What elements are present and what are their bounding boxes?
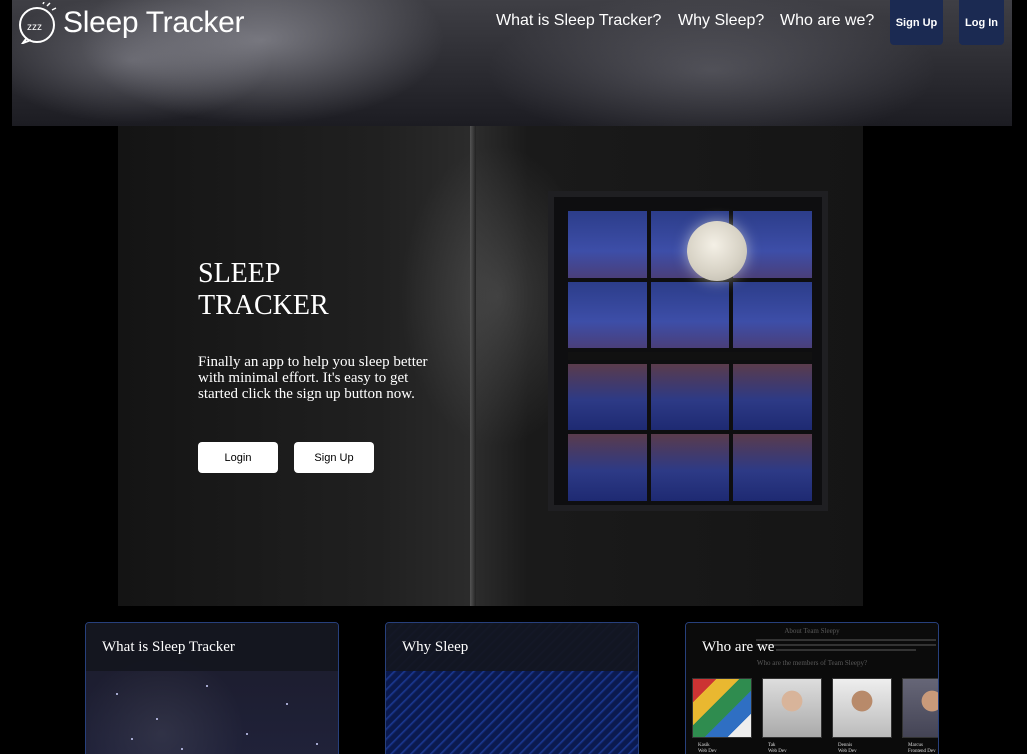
hero-title: SLEEP TRACKER bbox=[198, 258, 329, 321]
member-photo bbox=[902, 678, 938, 738]
svg-text:zzz: zzz bbox=[27, 22, 42, 33]
sleep-bubble-icon: zzz bbox=[19, 2, 57, 44]
card-title: Why Sleep bbox=[402, 639, 469, 655]
brand-logo[interactable]: zzz Sleep Tracker bbox=[17, 2, 244, 44]
card-who-are-we[interactable]: About Team Sleepy Who are the members of… bbox=[685, 622, 939, 754]
member-photo bbox=[832, 678, 892, 738]
header-login-button[interactable]: Log In bbox=[959, 0, 1004, 45]
wall-edge bbox=[470, 126, 476, 606]
card-title: What is Sleep Tracker bbox=[102, 639, 235, 655]
header-signup-button[interactable]: Sign Up bbox=[890, 0, 943, 45]
hero-description: Finally an app to help you sleep better … bbox=[198, 354, 428, 402]
card-what-is-sleep-tracker[interactable]: What is Sleep Tracker bbox=[85, 622, 339, 754]
nav-why-sleep[interactable]: Why Sleep? bbox=[678, 12, 764, 30]
member-photo bbox=[762, 678, 822, 738]
nav-who-are-we[interactable]: Who are we? bbox=[780, 12, 874, 30]
header-banner: zzz Sleep Tracker What is Sleep Tracker?… bbox=[12, 0, 1012, 126]
card-why-sleep[interactable]: Why Sleep bbox=[385, 622, 639, 754]
nav-what-is-sleep-tracker[interactable]: What is Sleep Tracker? bbox=[496, 12, 661, 30]
brand-name: Sleep Tracker bbox=[63, 6, 245, 39]
hero-login-button[interactable]: Login bbox=[198, 442, 278, 473]
moon-graphic bbox=[687, 221, 747, 281]
card-title: Who are we bbox=[702, 639, 775, 655]
hero-signup-button[interactable]: Sign Up bbox=[294, 442, 374, 473]
hero-section: SLEEP TRACKER Finally an app to help you… bbox=[118, 126, 863, 606]
night-window-image bbox=[548, 191, 828, 511]
member-photo bbox=[692, 678, 752, 738]
